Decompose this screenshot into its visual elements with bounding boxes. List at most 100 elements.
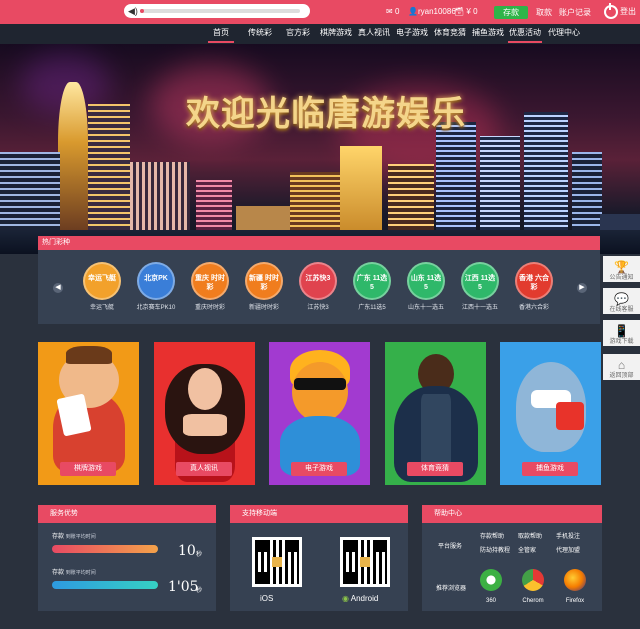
help-header: 帮助中心 [422,505,602,523]
side-notice-button[interactable]: 🏆 公告通知 [603,256,640,282]
card-sports[interactable]: 体育竞猜 [385,342,486,485]
lottery-item[interactable]: 广东 11选5 广东11选5 [352,262,392,313]
browser-360-icon[interactable] [480,569,502,591]
lottery-item[interactable]: 香港 六合彩 香港六合彩 [514,262,554,313]
wallet-icon: 🗃 [454,7,465,16]
android-download-link[interactable]: ◉ Android [342,593,378,605]
sound-control[interactable]: ◀) [124,4,310,18]
chat-icon: 💬 [614,292,629,306]
nav-sports[interactable]: 体育竞猜 [432,24,468,44]
withdraw-time-bar [52,581,158,589]
nav-agent-center[interactable]: 代理中心 [546,24,582,44]
card-fishing[interactable]: 捕鱼游戏 [500,342,601,485]
side-online-service-button[interactable]: 💬 在线客服 [603,288,640,314]
lottery-logo-icon: 重庆 时时彩 [191,262,229,300]
platform-service-label: 平台服务 [438,544,463,550]
withdraw-button[interactable]: 取款 [532,6,556,19]
card-card-games[interactable]: 棋牌游戏 [38,342,139,485]
game-label[interactable]: 棋牌游戏 [60,462,116,476]
lottery-item[interactable]: 山东 11选5 山东十一选五 [406,262,446,313]
help-link[interactable]: 取款帮助 [518,533,542,541]
hero-banner[interactable]: 欢迎光临唐游娱乐 [0,44,640,254]
deposit-button[interactable]: 存款 [494,6,528,19]
building [0,152,60,232]
lottery-item[interactable]: 北京PK 北京赛车PK10 [136,262,176,313]
firefox-icon[interactable] [564,569,586,591]
nav-traditional-lottery[interactable]: 传统彩 [246,24,274,44]
service-header: 服务优势 [38,505,216,523]
mobile-title: 支持移动端 [242,510,277,517]
android-qr-code [340,537,390,587]
building [388,164,434,232]
lottery-logo-icon: 山东 11选5 [407,262,445,300]
logout-button[interactable]: 登出 [620,6,636,18]
side-download-button[interactable]: 📱 游戏下载 [603,320,640,346]
nav-fishing[interactable]: 捕鱼游戏 [470,24,506,44]
lottery-logo-icon: 广东 11选5 [353,262,391,300]
service-title: 服务优势 [50,510,78,517]
banner-title: 欢迎光临唐游娱乐 [186,94,466,134]
carousel-prev-button[interactable]: ◀ [53,283,63,293]
help-title: 帮助中心 [434,510,462,517]
lottery-name: 广东11选5 [358,305,386,311]
message-count: 0 [394,7,400,16]
lottery-logo-icon: 江苏快3 [299,262,337,300]
mobile-panel: 支持移动端 iOS ◉ Android [230,505,408,611]
nav-official-lottery[interactable]: 官方彩 [284,24,312,44]
withdraw-time: 1'05 [168,579,199,595]
account-records-button[interactable]: 账户记录 [558,6,592,19]
building [130,162,190,232]
android-icon: ◉ [342,594,349,603]
game-label[interactable]: 体育竞猜 [407,462,463,476]
lottery-logo-icon: 江西 11选5 [461,262,499,300]
lottery-name: 新疆时时彩 [248,305,279,311]
building [88,104,130,232]
speaker-icon[interactable]: ◀) [128,6,138,16]
volume-slider[interactable] [140,9,300,13]
lottery-item[interactable]: 重庆 时时彩重庆时时彩 [190,262,230,313]
hot-lottery-title: 热门彩种 [42,239,70,246]
balance: 🗃 ¥ 0 [454,7,478,16]
lottery-name: 幸运飞艇 [89,305,114,311]
game-label[interactable]: 电子游戏 [291,462,347,476]
building [236,206,296,232]
help-link[interactable]: 防劫持教程 [480,547,510,555]
ios-download-link[interactable]: iOS [260,593,273,605]
game-label[interactable]: 真人视讯 [176,462,232,476]
nav-promotions[interactable]: 优惠活动 [506,24,544,44]
lottery-item[interactable]: 新疆 时时彩 新疆时时彩 [244,262,284,313]
lottery-name: 北京赛车PK10 [136,305,176,311]
carousel-next-button[interactable]: ▶ [577,283,587,293]
lottery-item[interactable]: 江西 11选5 江西十一选五 [460,262,500,313]
lottery-name: 江苏快3 [307,305,329,311]
arrow-up-icon: ⌂ [617,358,626,372]
nav-live-video[interactable]: 真人视讯 [356,24,392,44]
help-link[interactable]: 代理加盟 [556,547,580,555]
lottery-item[interactable]: 幸运飞艇 幸运飞艇 [82,262,122,313]
mobile-header: 支持移动端 [230,505,408,523]
lottery-item[interactable]: 江苏快3 江苏快3 [298,262,338,313]
game-label[interactable]: 捕鱼游戏 [522,462,578,476]
power-icon[interactable] [604,3,618,19]
lottery-name: 江西十一选五 [461,305,498,311]
help-link[interactable]: 全管家 [518,547,536,555]
nav-card-games[interactable]: 棋牌游戏 [318,24,354,44]
card-live-video[interactable]: 真人视讯 [154,342,255,485]
help-link[interactable]: 存款帮助 [480,533,504,541]
lottery-logo-icon: 幸运飞艇 [83,262,121,300]
help-link[interactable]: 手机投注 [556,533,580,541]
chrome-icon[interactable] [522,569,544,591]
top-bar: ◀) ✉ 0 👤ryan10086 🗃 ¥ 0 存款 取款 账户记录 登出 [0,0,640,24]
recommended-browser-label: 推荐浏览器 [436,586,467,592]
card-electronic-games[interactable]: 电子游戏 [269,342,370,485]
hot-lottery-header: 热门彩种 [38,236,600,250]
username[interactable]: 👤ryan10086 [408,6,456,18]
deposit-time-bar [52,545,158,553]
nav-electronic-games[interactable]: 电子游戏 [394,24,430,44]
messages-link[interactable]: ✉ 0 [386,6,399,18]
side-back-to-top-button[interactable]: ⌂ 返回顶部 [603,354,640,380]
building [340,146,382,232]
lottery-name: 重庆时时彩 [194,305,225,311]
lottery-name: 山东十一选五 [407,305,444,311]
nav-home[interactable]: 首页 [206,24,236,44]
